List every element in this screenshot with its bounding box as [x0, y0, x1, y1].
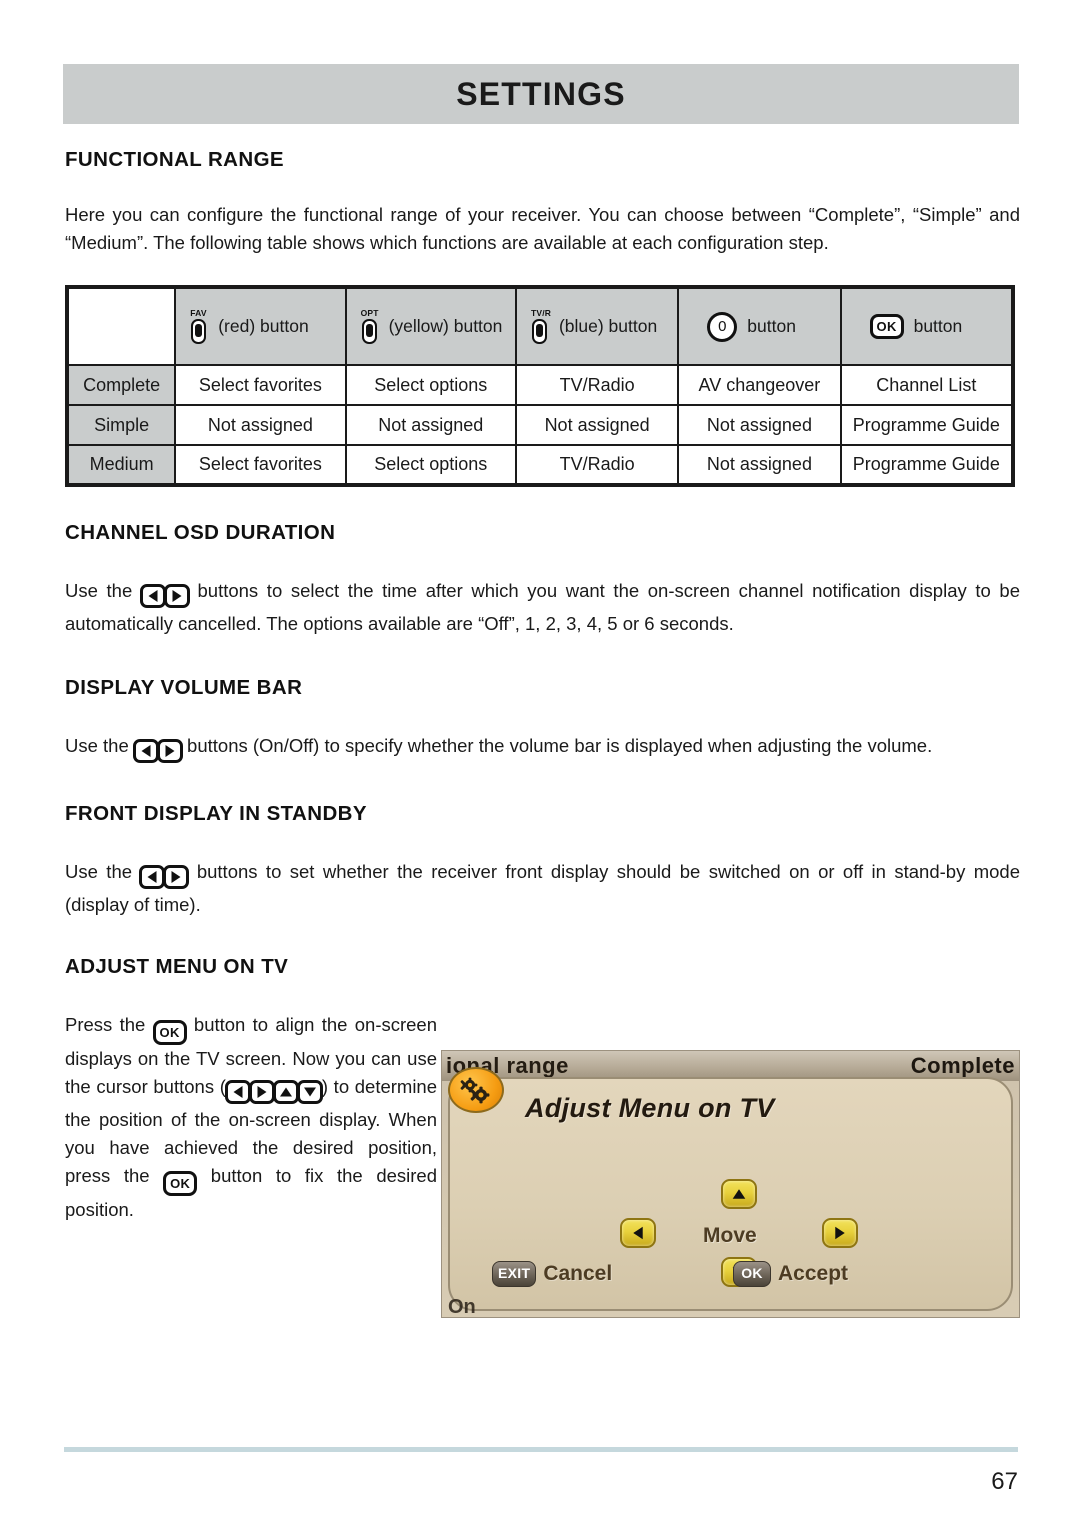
- page-number: 67: [991, 1468, 1018, 1495]
- text-osd-rest: buttons to select the time after which y…: [65, 580, 1020, 635]
- table-cell: Not assigned: [677, 444, 842, 487]
- tv-screenshot-figure: ional range Complete Adjust Menu on TV M…: [441, 1049, 1020, 1318]
- page-title: SETTINGS: [456, 75, 626, 112]
- table-header-row: FAV (red) button OPT (yellow) button TV/…: [67, 286, 1015, 367]
- tv-cursor-right-button[interactable]: [822, 1217, 858, 1248]
- table-cell: Not assigned: [514, 404, 680, 447]
- table-corner-cell: [67, 287, 177, 367]
- table-row: Complete Select favorites Select options…: [65, 364, 1015, 407]
- paragraph-front-display-in-standby: Use the buttons to set whether the recei…: [65, 858, 1020, 919]
- remote-key-icon-fav: FAV: [190, 308, 214, 344]
- table-header-ok-label: button: [913, 316, 963, 337]
- table-header-tvr-label: (blue) button: [558, 316, 658, 337]
- table-header-opt-label: (yellow) button: [388, 316, 503, 337]
- tv-cancel-label: Cancel: [543, 1261, 613, 1285]
- text-press-the: Press the: [65, 1013, 146, 1035]
- gear-icon: [448, 1066, 504, 1113]
- tv-softkeys: EXIT Cancel OK Accept: [450, 1260, 1011, 1295]
- cursor-right-icon: [156, 739, 183, 764]
- table-header-fav: FAV (red) button: [174, 286, 347, 367]
- text-volume-rest: buttons (On/Off) to specify whether the …: [187, 735, 933, 757]
- tv-topbar-right-label: Complete: [910, 1052, 1015, 1078]
- cursor-down-icon: [296, 1079, 323, 1104]
- text-adjust-5: button to fix the desired position.: [65, 1165, 437, 1221]
- ok-button-icon: OK: [733, 1260, 771, 1287]
- gear-icon-glyph: [460, 1077, 490, 1104]
- tv-accept-softkey[interactable]: OK Accept: [733, 1260, 849, 1287]
- table-cell: AV changeover: [677, 364, 842, 407]
- table-cell: Not assigned: [344, 404, 517, 447]
- table-header-zero-label: button: [747, 316, 796, 337]
- table-cell: TV/Radio: [514, 364, 680, 407]
- cursor-left-right-icons: [132, 737, 183, 765]
- table-row: Medium Select favorites Select options T…: [65, 444, 1015, 487]
- cursor-right-icon: [163, 864, 190, 889]
- tv-bottom-partial-label: On: [448, 1295, 476, 1318]
- text-front-display-rest: buttons to set whether the receiver fron…: [65, 860, 1020, 915]
- table-cell: Select options: [344, 444, 517, 487]
- cursor-left-icon: [132, 739, 159, 764]
- table-header-fav-label: (red) button: [218, 316, 309, 337]
- tv-dialog: Adjust Menu on TV Move EXIT Cancel OK Ac…: [448, 1066, 1013, 1311]
- page-header-bar: SETTINGS: [63, 64, 1019, 124]
- cursor-left-right-icons: [139, 863, 190, 891]
- table-cell: Not assigned: [174, 404, 347, 447]
- remote-key-icon-opt: OPT: [361, 308, 385, 344]
- cursor-right-icon: [163, 584, 190, 609]
- text-use-the: Use the: [65, 580, 133, 602]
- zero-button-icon: 0: [707, 311, 738, 342]
- footer-divider: [64, 1447, 1018, 1452]
- remote-key-icon-tvr: TV/R: [531, 308, 555, 344]
- paragraph-functional-range: Here you can configure the functional ra…: [65, 204, 1020, 254]
- exit-button-icon: EXIT: [492, 1260, 537, 1287]
- table-header-tvr: TV/R (blue) button: [514, 286, 680, 367]
- table-row-label-simple: Simple: [65, 404, 177, 447]
- text-the: the: [123, 1165, 150, 1187]
- cursor-right-icon: [248, 1079, 275, 1104]
- table-cell: TV/Radio: [514, 444, 680, 487]
- table-cell: Select favorites: [174, 364, 347, 407]
- heading-display-volume-bar: DISPLAY VOLUME BAR: [65, 676, 303, 700]
- functional-range-table: FAV (red) button OPT (yellow) button TV/…: [65, 285, 1015, 488]
- heading-adjust-menu-on-tv: ADJUST MENU ON TV: [65, 954, 289, 978]
- paragraph-display-volume-bar: Use the buttons (On/Off) to specify whet…: [65, 732, 1020, 765]
- paragraph-channel-osd-duration: Use the buttons to select the time after…: [65, 577, 1020, 638]
- table-cell: Select options: [344, 364, 517, 407]
- table-row: Simple Not assigned Not assigned Not ass…: [65, 404, 1015, 447]
- tv-move-label: Move: [703, 1223, 757, 1247]
- paragraph-adjust-menu-on-tv: Press the OK button to align the on-scre…: [65, 1011, 437, 1225]
- table-cell: Not assigned: [677, 404, 842, 447]
- adjust-menu-block: Press the OK button to align the on-scre…: [65, 1011, 1020, 1318]
- tv-cursor-left-button[interactable]: [620, 1217, 656, 1248]
- table-cell: Select favorites: [174, 444, 347, 487]
- table-cell: Programme Guide: [839, 404, 1015, 447]
- table-cell: Programme Guide: [839, 444, 1015, 487]
- table-row-label-complete: Complete: [65, 364, 177, 407]
- document-page: SETTINGS FUNCTIONAL RANGE Here you can c…: [0, 0, 1080, 1524]
- ok-button-icon: OK: [152, 1019, 187, 1045]
- cursor-left-right-icons: [139, 582, 190, 610]
- table-row-label-medium: Medium: [65, 444, 177, 487]
- tv-cancel-softkey[interactable]: EXIT Cancel: [492, 1260, 613, 1287]
- tv-dialog-title: Adjust Menu on TV: [525, 1092, 775, 1123]
- ok-button-icon: OK: [163, 1171, 198, 1197]
- ok-button-icon: OK: [869, 314, 904, 340]
- table-header-zero: 0 button: [677, 286, 842, 367]
- cursor-left-icon: [139, 864, 166, 889]
- table-header-ok: OK button: [839, 286, 1015, 367]
- cursor-left-icon: [224, 1079, 251, 1104]
- cursor-direction-icons: [224, 1078, 323, 1106]
- cursor-up-icon: [272, 1079, 299, 1104]
- cursor-left-icon: [139, 584, 166, 609]
- heading-front-display-in-standby: FRONT DISPLAY IN STANDBY: [65, 801, 367, 825]
- table-header-opt: OPT (yellow) button: [344, 286, 517, 367]
- tv-cursor-up-button[interactable]: [721, 1178, 757, 1209]
- table-cell: Channel List: [839, 364, 1015, 407]
- page-content: FUNCTIONAL RANGE Here you can configure …: [65, 148, 1020, 1318]
- heading-channel-osd-duration: CHANNEL OSD DURATION: [65, 521, 336, 545]
- text-use-the: Use the: [65, 860, 133, 882]
- heading-functional-range: FUNCTIONAL RANGE: [65, 148, 284, 171]
- text-use-the: Use the: [65, 735, 129, 757]
- tv-accept-label: Accept: [778, 1261, 849, 1285]
